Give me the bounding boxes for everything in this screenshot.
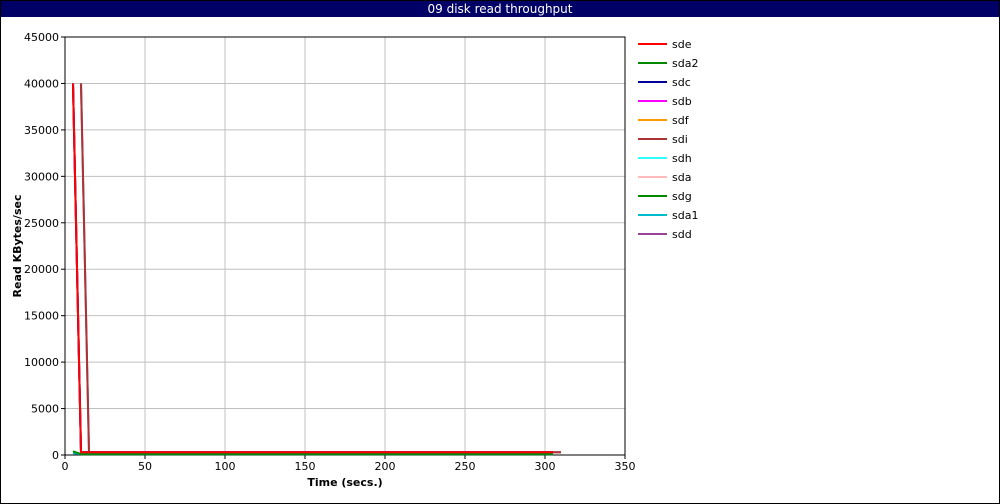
x-tick-label: 250 [455,460,476,473]
x-tick-label: 150 [295,460,316,473]
x-tick-label: 200 [375,460,396,473]
legend-item-sdc: sdc [638,76,691,89]
y-tick-label: 30000 [24,170,59,183]
grid [65,37,625,455]
legend-label: sdh [672,152,692,165]
legend-item-sdf: sdf [638,114,690,127]
x-tick-label: 0 [62,460,69,473]
chart-canvas: 0 50 100 150 200 250 300 350 0 5000 10000 15000 2000… [11,31,698,489]
legend-label: sda [672,171,691,184]
y-axis-label: Read KBytes/sec [11,195,24,298]
legend-item-sda2: sda2 [638,57,698,70]
x-tick-label: 300 [535,460,556,473]
x-axis-label: Time (secs.) [307,476,382,489]
legend-item-sda: sda [638,171,691,184]
legend-item-sdb: sdb [638,95,692,108]
plot-area [64,36,626,456]
y-tick-label: 35000 [24,124,59,137]
legend-label: sdc [672,76,691,89]
legend-item-sda1: sda1 [638,209,698,222]
legend-item-sde: sde [638,38,692,51]
series-line-sdi [80,83,561,454]
y-tick-label: 5000 [31,403,59,416]
y-tick-label: 10000 [24,356,59,369]
legend-label: sdb [672,95,692,108]
y-tick-label: 25000 [24,217,59,230]
legend-label: sda1 [672,209,698,222]
legend-label: sde [672,38,692,51]
y-tick-label: 40000 [24,77,59,90]
x-tick-label: 350 [615,460,636,473]
legend-label: sdd [672,228,692,241]
legend-item-sdd: sdd [638,228,692,241]
y-tick-label: 45000 [24,31,59,44]
x-tick-label: 50 [138,460,152,473]
y-tick-label: 0 [52,449,59,462]
y-tick-label: 15000 [24,310,59,323]
legend-item-sdg: sdg [638,190,692,203]
legend-item-sdi: sdi [638,133,688,146]
axis-ticks: 0 50 100 150 200 250 300 350 0 5000 10000 15000 2000… [24,31,636,473]
legend-item-sdh: sdh [638,152,692,165]
x-tick-label: 100 [215,460,236,473]
legend: sde sda2 sdc sdb sdf sdi sdh sda sdg sda1 sdd [638,38,698,241]
legend-label: sdi [672,133,688,146]
series-line-sdd [80,83,561,454]
legend-label: sdg [672,190,692,203]
y-tick-label: 20000 [24,263,59,276]
legend-label: sda2 [672,57,698,70]
legend-label: sdf [672,114,690,127]
